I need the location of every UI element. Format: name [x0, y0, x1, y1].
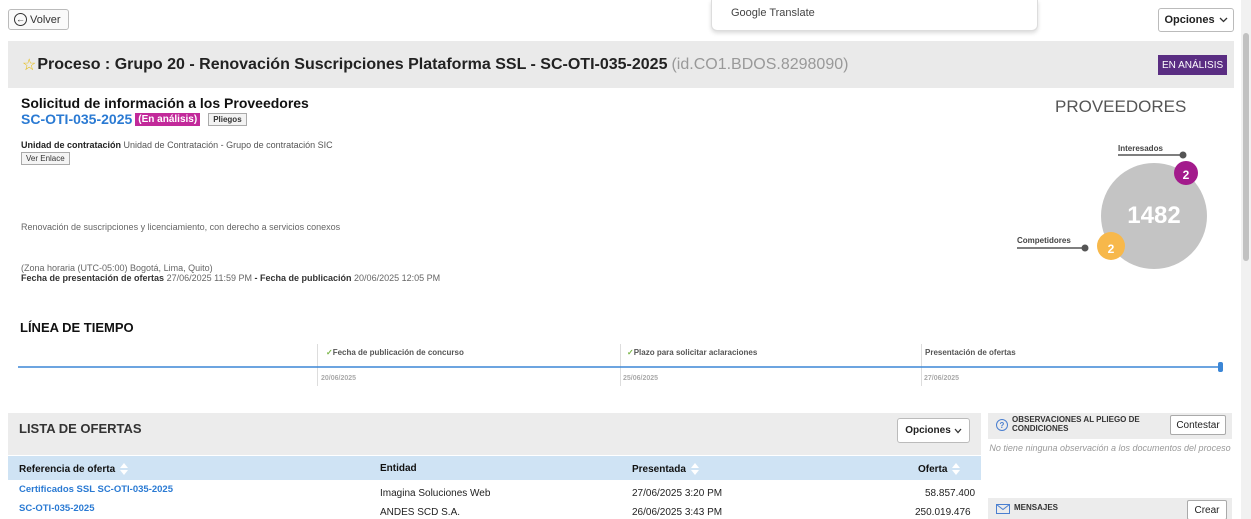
- solicitud-code-row: SC-OTI-035-2025 (En análisis) Pliegos: [21, 111, 247, 127]
- sort-icon[interactable]: [120, 463, 129, 475]
- scrollbar-thumb[interactable]: [1243, 33, 1249, 261]
- timeline-event-1-text: Fecha de publicación de concurso: [332, 348, 464, 357]
- key-dates: Fecha de presentación de ofertas 27/06/2…: [21, 273, 440, 283]
- column-header-submitted-text: Presentada: [632, 463, 686, 475]
- timeline-event-2-text: Plazo para solicitar aclaraciones: [633, 348, 758, 357]
- back-button[interactable]: ← Volver: [8, 9, 69, 30]
- process-title-text: Proceso : Grupo 20 - Renovación Suscripc…: [37, 56, 668, 73]
- observations-title: OBSERVACIONES AL PLIEGO DE CONDICIONES: [1012, 415, 1140, 433]
- google-translate-label: Google Translate: [731, 7, 815, 19]
- presentation-value: 27/06/2025 11:59 PM: [166, 273, 252, 283]
- process-description: Renovación de suscripciones y licenciami…: [21, 222, 341, 232]
- process-title: ☆ Proceso : Grupo 20 - Renovación Suscri…: [22, 55, 848, 75]
- options-button[interactable]: Opciones: [1158, 8, 1234, 32]
- providers-title: PROVEEDORES: [1055, 97, 1187, 116]
- competitors-label: Competidores: [1017, 236, 1071, 245]
- unit-value: Unidad de Contratación - Grupo de contra…: [123, 140, 333, 150]
- offers-header: [8, 413, 981, 455]
- timeline-event-3-label: Presentación de ofertas: [925, 348, 1016, 357]
- chevron-down-icon: [954, 428, 962, 433]
- process-id: (id.CO1.BDOS.8298090): [671, 56, 849, 73]
- interested-count-bubble: 2: [1174, 161, 1198, 185]
- check-icon: ✓: [627, 348, 634, 357]
- offer-amount: 58.857.400: [925, 488, 976, 499]
- timeline-event-2-label: ✓Plazo para solicitar aclaraciones: [627, 348, 757, 357]
- column-header-offer[interactable]: Oferta: [918, 463, 961, 475]
- sort-icon[interactable]: [690, 463, 699, 475]
- google-translate-bar[interactable]: Google Translate: [711, 0, 1038, 31]
- create-message-button[interactable]: Crear: [1187, 500, 1227, 519]
- presentation-label: Fecha de presentación de ofertas: [21, 273, 165, 283]
- offer-amount: 250.019.476: [915, 507, 971, 518]
- timeline-title: LÍNEA DE TIEMPO: [20, 320, 134, 335]
- timezone-text: (Zona horaria (UTC-05:00) Bogotá, Lima, …: [21, 263, 213, 273]
- column-header-submitted[interactable]: Presentada: [632, 463, 699, 475]
- status-badge: EN ANÁLISIS: [1158, 55, 1228, 75]
- view-link-button[interactable]: Ver Enlace: [21, 152, 70, 165]
- offer-reference-link[interactable]: SC-OTI-035-2025: [19, 503, 95, 514]
- unit-label: Unidad de contratación: [21, 140, 122, 150]
- publication-label: Fecha de publicación: [260, 273, 352, 283]
- timeline-event-3-date: 27/06/2025: [924, 375, 960, 382]
- solicitud-code: SC-OTI-035-2025: [21, 111, 133, 127]
- column-header-reference-text: Referencia de oferta: [19, 463, 116, 475]
- offer-reference-link[interactable]: Certificados SSL SC-OTI-035-2025: [19, 484, 173, 495]
- offers-table-header: [8, 456, 981, 480]
- timeline-event-2-date: 25/06/2025: [623, 375, 659, 382]
- analysis-tag: (En análisis): [135, 112, 201, 126]
- offers-options-label: Opciones: [905, 425, 951, 436]
- contracting-unit: Unidad de contratación Unidad de Contrat…: [21, 140, 333, 150]
- column-header-offer-text: Oferta: [918, 463, 948, 475]
- dates-separator: -: [254, 273, 258, 283]
- timeline-event-1-date: 20/06/2025: [321, 375, 357, 382]
- offer-date: 27/06/2025 3:20 PM: [632, 488, 723, 499]
- offer-entity: ANDES SCD S.A.: [380, 507, 461, 518]
- observations-empty-text: No tiene ninguna observación a los docum…: [989, 443, 1231, 453]
- offers-options-button[interactable]: Opciones: [897, 418, 970, 443]
- arrow-left-circle-icon: ←: [14, 13, 27, 26]
- chevron-down-icon: [1219, 17, 1228, 23]
- column-header-reference[interactable]: Referencia de oferta: [19, 463, 129, 475]
- publication-value: 20/06/2025 12:05 PM: [354, 273, 441, 283]
- envelope-icon: [996, 504, 1010, 514]
- competitors-count-bubble: 2: [1097, 232, 1125, 260]
- offer-date: 26/06/2025 3:43 PM: [632, 507, 723, 518]
- sort-icon[interactable]: [952, 463, 961, 475]
- timeline-event-1-label: ✓Fecha de publicación de concurso: [326, 348, 464, 357]
- offer-entity: Imagina Soluciones Web: [380, 488, 491, 499]
- messages-title: MENSAJES: [1014, 503, 1059, 512]
- solicitud-title: Solicitud de información a los Proveedor…: [21, 95, 309, 111]
- pliegos-button[interactable]: Pliegos: [208, 112, 247, 126]
- options-label: Opciones: [1164, 14, 1215, 26]
- interested-label: Interesados: [1118, 144, 1163, 153]
- star-icon[interactable]: ☆: [22, 55, 36, 75]
- offers-title: LISTA DE OFERTAS: [19, 421, 142, 436]
- column-header-entity: Entidad: [380, 463, 417, 474]
- timeline-track: [18, 362, 1223, 372]
- back-label: Volver: [30, 13, 61, 26]
- reply-button[interactable]: Contestar: [1170, 415, 1226, 435]
- help-circle-icon: ?: [996, 419, 1008, 431]
- check-icon: ✓: [326, 348, 333, 357]
